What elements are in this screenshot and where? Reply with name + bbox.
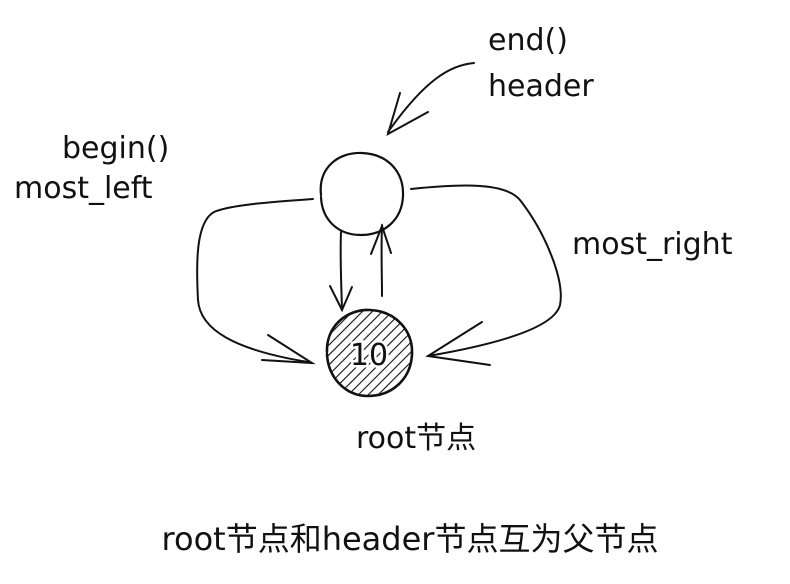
most-left-arrow: [196, 198, 316, 365]
end-label: end(): [488, 23, 568, 58]
header-label: header: [488, 69, 594, 104]
root-node-label: root节点: [356, 421, 476, 456]
header-to-root-arrow: [329, 231, 353, 313]
diagram-svg: 10 end() header begin() most_left most_r…: [14, 23, 733, 558]
root-to-header-arrow: [370, 223, 392, 297]
most-left-label: most_left: [14, 171, 153, 206]
header-node: [319, 151, 405, 237]
root-node-value: 10: [350, 338, 388, 373]
begin-label: begin(): [62, 131, 169, 166]
most-right-label: most_right: [572, 227, 733, 262]
most-right-arrow: [410, 184, 562, 366]
diagram-canvas: 10 end() header begin() most_left most_r…: [0, 0, 790, 584]
caption: root节点和header节点互为父节点: [162, 520, 659, 558]
root-node: 10: [325, 308, 414, 398]
end-header-pointer-arrow: [386, 62, 475, 137]
